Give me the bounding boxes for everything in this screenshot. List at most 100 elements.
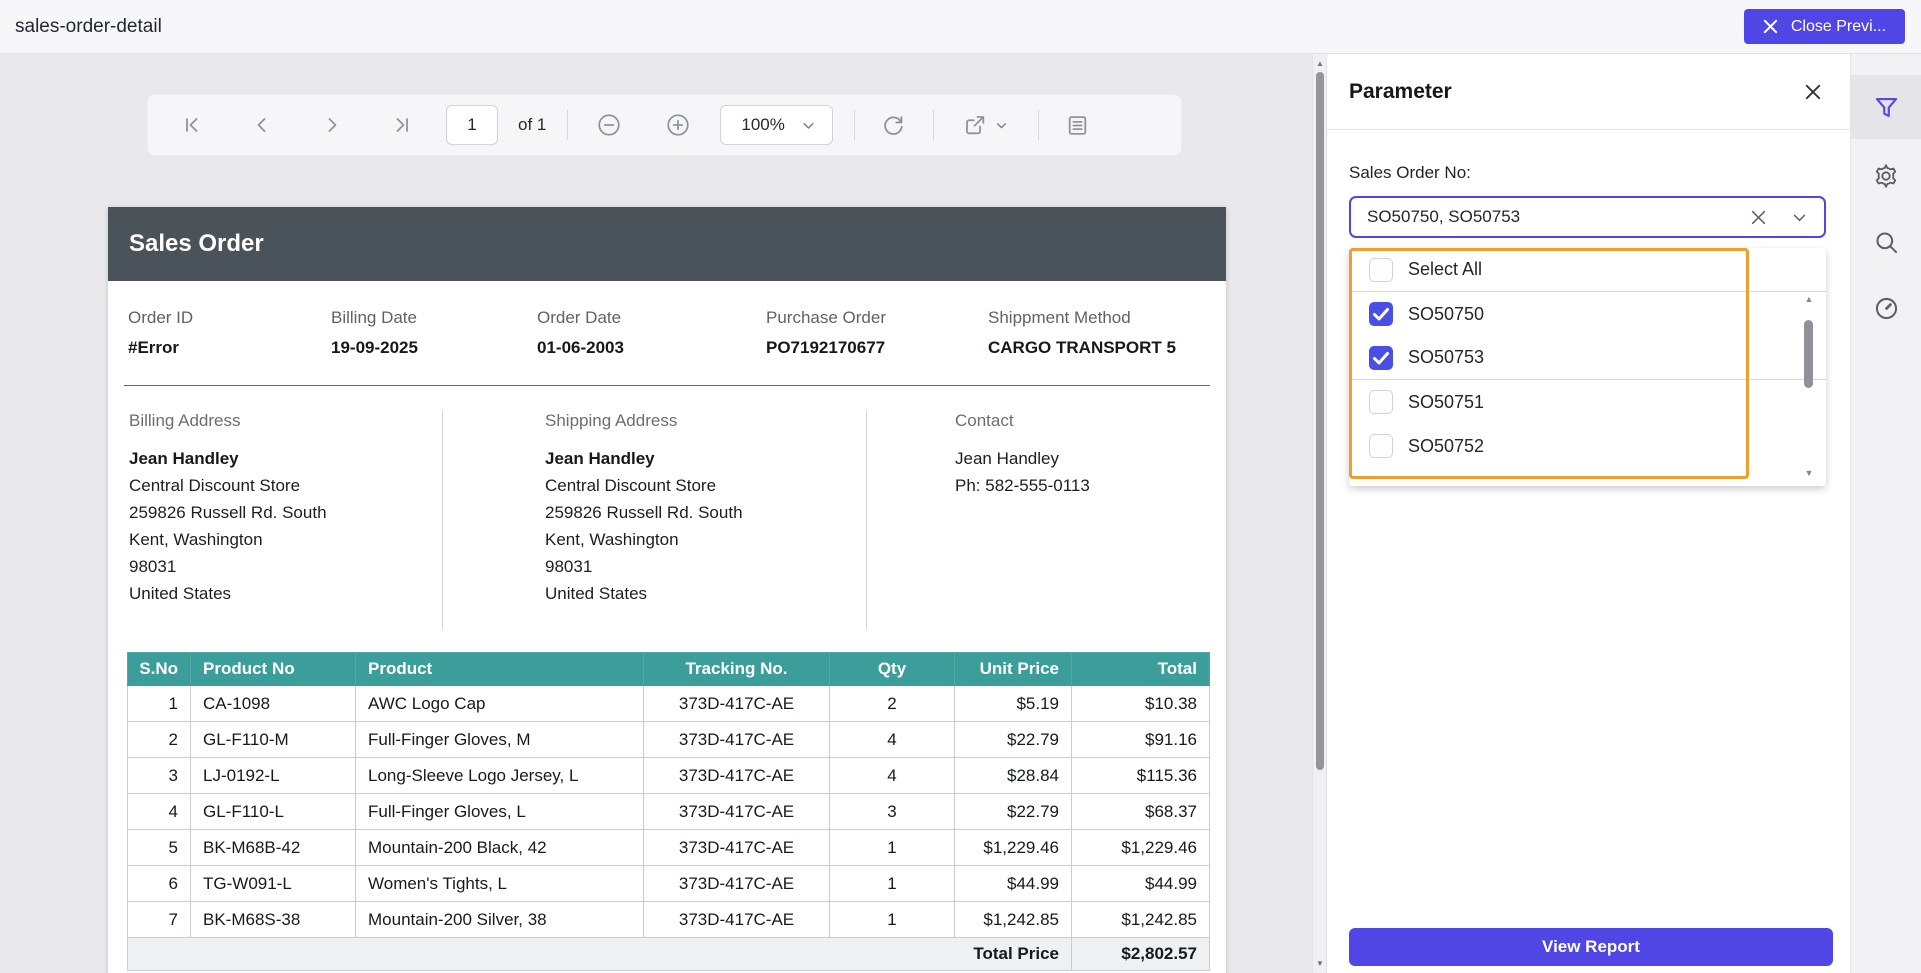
parameter-panel-close-button[interactable]: [1804, 83, 1822, 101]
last-page-button[interactable]: [384, 107, 420, 143]
table-cell: BK-M68B-42: [190, 829, 356, 866]
table-cell: GL-F110-M: [190, 721, 356, 758]
table-header-cell: Tracking No.: [643, 652, 830, 686]
order-field: Purchase Order PO7192170677: [766, 308, 988, 358]
page-setup-button[interactable]: [1060, 107, 1096, 143]
report-title: Sales Order: [129, 230, 264, 257]
next-page-button[interactable]: [314, 107, 350, 143]
checkbox-checked-icon[interactable]: [1369, 345, 1393, 370]
toolbar-separator: [932, 110, 934, 140]
table-cell: TG-W091-L: [190, 865, 356, 902]
checkbox-checked-icon[interactable]: [1369, 302, 1393, 326]
dropdown-option[interactable]: SO50753: [1349, 336, 1826, 380]
zoom-out-button[interactable]: [591, 107, 627, 143]
order-field-label: Order ID: [128, 308, 194, 327]
page-count-label: of 1: [518, 115, 547, 134]
address-line: 259826 Russell Rd. South: [129, 503, 327, 522]
scroll-up-icon[interactable]: ▲: [1313, 59, 1327, 68]
zoom-in-button[interactable]: [660, 107, 696, 143]
order-field-label: Purchase Order: [766, 308, 886, 327]
dropdown-scrollbar[interactable]: ▲ ▼: [1802, 294, 1816, 478]
table-header-row: S.No Product No Product Tracking No. Qty Unit…: [127, 652, 1210, 686]
table-cell: Long-Sleeve Logo Jersey, L: [355, 757, 644, 794]
parameter-panel-header: Parameter: [1327, 54, 1850, 130]
table-header-cell: Qty: [829, 652, 955, 686]
close-preview-label: Close Previ...: [1790, 17, 1886, 35]
chevron-down-icon: [997, 122, 1007, 128]
filter-tab-button[interactable]: [1850, 75, 1921, 139]
previous-page-button[interactable]: [244, 107, 280, 143]
table-cell: 7: [127, 901, 191, 938]
address-line: United States: [129, 584, 232, 603]
first-page-button[interactable]: [174, 107, 210, 143]
table-cell: Mountain-200 Silver, 38: [355, 901, 644, 938]
dropdown-option-label: SO50751: [1408, 391, 1485, 412]
sales-order-input[interactable]: SO50750, SO50753: [1349, 196, 1826, 238]
sales-order-input-value: SO50750, SO50753: [1367, 207, 1521, 226]
table-header-cell: Unit Price: [954, 652, 1072, 686]
zoom-level-select[interactable]: 100%: [720, 105, 833, 145]
order-field: Billing Date 19-09-2025: [331, 308, 537, 358]
table-cell: $44.99: [954, 865, 1072, 902]
refresh-icon: [884, 115, 904, 135]
dropdown-chevron-icon[interactable]: [1791, 209, 1808, 226]
page-nav-group: [174, 107, 420, 143]
checkbox-unchecked-icon[interactable]: [1369, 390, 1393, 414]
next-page-icon: [328, 118, 337, 132]
gauge-tab-button[interactable]: [1851, 276, 1921, 340]
order-table-body: 1 CA-1098 AWC Logo Cap 373D-417C-AE 2 $5.19 $1…: [127, 685, 1210, 938]
table-cell: Full-Finger Gloves, L: [355, 793, 644, 830]
table-row: 1 CA-1098 AWC Logo Cap 373D-417C-AE 2 $5.19 $1…: [127, 685, 1210, 722]
previous-page-icon: [257, 118, 266, 132]
checkbox-unchecked-icon[interactable]: [1369, 257, 1393, 282]
report-scrollbar[interactable]: ▲ ▼: [1312, 54, 1326, 973]
table-cell: 4: [829, 757, 955, 794]
sales-order-no-label: Sales Order No:: [1349, 163, 1471, 182]
table-cell: 373D-417C-AE: [643, 685, 830, 722]
table-cell: 4: [127, 793, 191, 830]
billing-address-block: Billing Address Jean Handley Central Dis…: [108, 411, 442, 629]
chevron-down-icon: [803, 122, 814, 129]
dropdown-option[interactable]: SO50752: [1349, 424, 1826, 468]
table-cell: BK-M68S-38: [190, 901, 356, 938]
table-cell: $91.16: [1071, 721, 1210, 758]
address-line: 259826 Russell Rd. South: [545, 503, 743, 522]
last-page-icon: [396, 118, 408, 132]
dropdown-option-label: SO50753: [1408, 347, 1485, 367]
table-cell: 4: [829, 721, 955, 758]
table-cell: 5: [127, 829, 191, 866]
close-preview-button[interactable]: Close Previ...: [1743, 9, 1905, 44]
table-cell: $115.36: [1071, 757, 1210, 794]
total-price-value: $2,802.57: [1071, 937, 1210, 971]
refresh-button[interactable]: [876, 107, 912, 143]
address-row: Billing Address Jean Handley Central Dis…: [108, 386, 1226, 629]
order-field-value: 01-06-2003: [537, 338, 624, 357]
clear-input-icon[interactable]: [1750, 209, 1767, 226]
table-cell: 3: [127, 757, 191, 794]
order-field: Shippment Method CARGO TRANSPORT 5: [988, 308, 1206, 358]
dropdown-option-select-all[interactable]: Select All: [1349, 248, 1826, 292]
export-button[interactable]: [955, 107, 1017, 143]
scroll-down-icon[interactable]: ▼: [1802, 468, 1816, 478]
dropdown-option[interactable]: SO50750: [1349, 292, 1826, 336]
settings-tab-button[interactable]: [1851, 144, 1921, 208]
side-icon-strip: [1850, 54, 1921, 973]
select-all-label: Select All: [1408, 259, 1483, 279]
checkbox-unchecked-icon[interactable]: [1369, 434, 1393, 458]
dropdown-scrollbar-thumb[interactable]: [1804, 320, 1813, 388]
table-cell: 1: [829, 865, 955, 902]
table-cell: LJ-0192-L: [190, 757, 356, 794]
scrollbar-thumb[interactable]: [1316, 72, 1324, 770]
view-report-button[interactable]: View Report: [1349, 928, 1833, 966]
zoom-out-icon: [598, 114, 620, 136]
table-cell: $1,229.46: [954, 829, 1072, 866]
dropdown-option[interactable]: SO50751: [1349, 380, 1826, 424]
page-number-input[interactable]: 1: [446, 105, 498, 145]
billing-address-label: Billing Address: [129, 411, 241, 430]
table-total-row: Total Price $2,802.57: [127, 937, 1210, 971]
scroll-up-icon[interactable]: ▲: [1802, 294, 1816, 304]
search-tab-button[interactable]: [1851, 210, 1921, 274]
scroll-down-icon[interactable]: ▼: [1313, 959, 1327, 968]
contact-label: Contact: [955, 411, 1014, 430]
gauge-icon: [1875, 297, 1897, 319]
